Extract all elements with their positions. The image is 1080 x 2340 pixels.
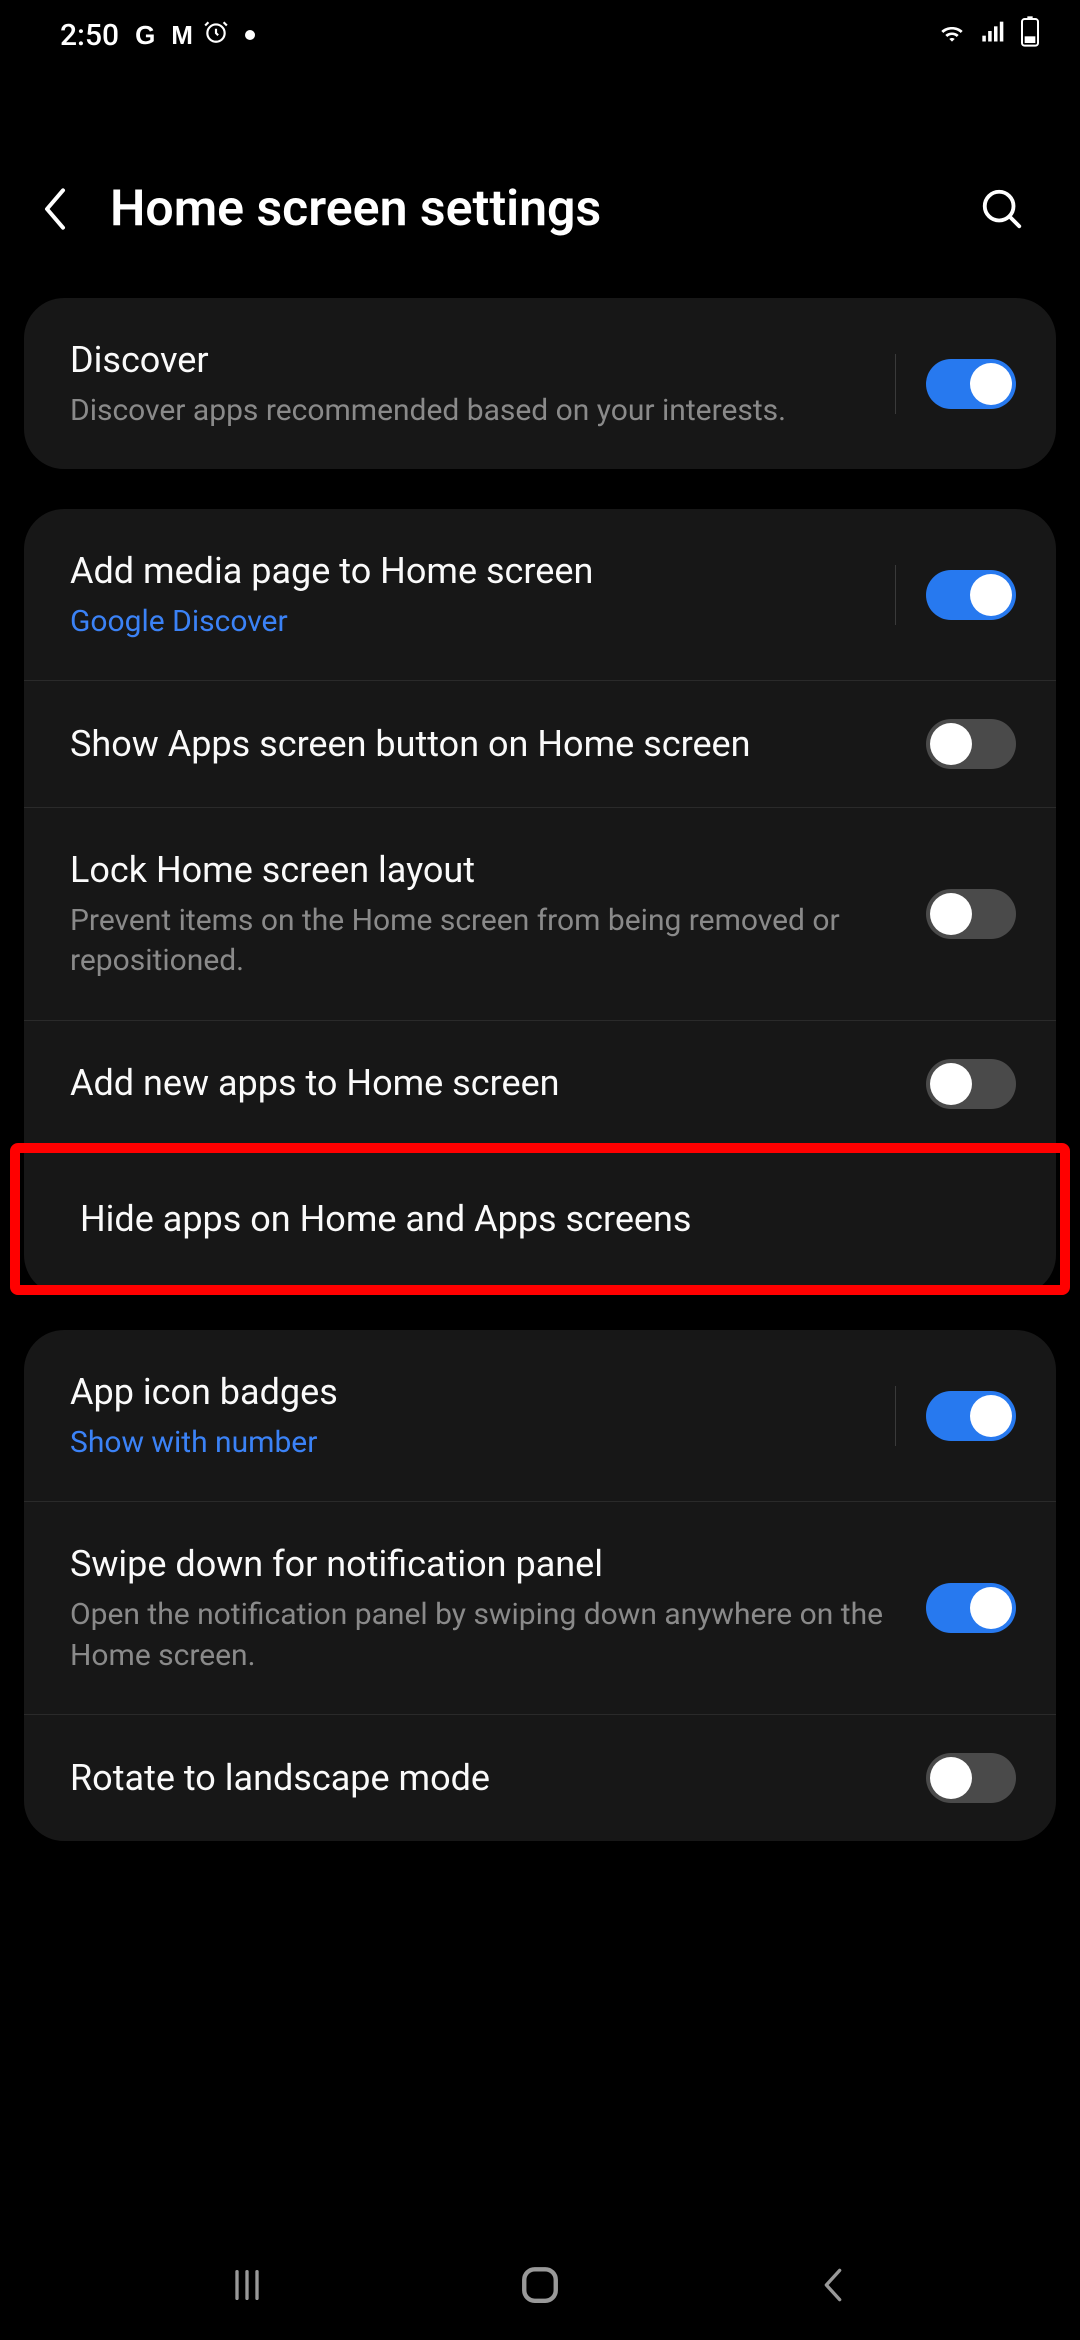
setting-title: Show Apps screen button on Home screen [70,720,906,769]
home-button[interactable] [515,2260,565,2310]
recents-button[interactable] [222,2260,272,2310]
search-button[interactable] [974,181,1030,237]
toggle-switch[interactable] [926,1753,1016,1803]
status-left: 2:50 G M [60,18,255,53]
setting-title: Add media page to Home screen [70,547,875,596]
toggle-knob [930,1757,972,1799]
gmail-icon: M [171,20,187,51]
toggle-switch[interactable] [926,570,1016,620]
toggle-knob [930,723,972,765]
setting-title: Hide apps on Home and Apps screens [80,1195,1006,1244]
setting-title: Lock Home screen layout [70,846,906,895]
setting-row[interactable]: Rotate to landscape mode [24,1715,1056,1841]
nav-back-button[interactable] [808,2260,858,2310]
google-icon: G [135,20,155,51]
toggle-switch[interactable] [926,889,1016,939]
toggle-divider [895,1386,896,1446]
setting-row[interactable]: Lock Home screen layout Prevent items on … [24,808,1056,1021]
setting-title: Swipe down for notification panel [70,1540,906,1589]
setting-subtitle: Google Discover [70,602,875,643]
setting-text: Add media page to Home screen Google Disc… [70,547,875,642]
toggle-switch[interactable] [926,719,1016,769]
setting-text: App icon badges Show with number [70,1368,875,1463]
setting-subtitle: Open the notification panel by swiping d… [70,1595,906,1676]
toggle-knob [970,1587,1012,1629]
alarm-icon [203,18,229,53]
setting-text: Discover Discover apps recommended based … [70,336,875,431]
toggle-switch[interactable] [926,359,1016,409]
toggle-knob [970,574,1012,616]
setting-subtitle: Show with number [70,1423,875,1464]
settings-group: App icon badges Show with number Swipe dow… [24,1330,1056,1841]
toggle-switch[interactable] [926,1059,1016,1109]
setting-title: App icon badges [70,1368,875,1417]
setting-text: Rotate to landscape mode [70,1754,906,1803]
status-time: 2:50 [60,18,119,53]
header: Home screen settings [0,70,1080,298]
setting-row[interactable]: Add media page to Home screen Google Disc… [24,509,1056,681]
setting-subtitle: Prevent items on the Home screen from be… [70,901,906,982]
signal-icon [980,17,1008,53]
toggle-divider [895,354,896,414]
settings-group: Discover Discover apps recommended based … [24,298,1056,469]
setting-text: Hide apps on Home and Apps screens [80,1195,1006,1244]
toggle-knob [930,1063,972,1105]
setting-title: Discover [70,336,875,385]
battery-icon [1020,15,1040,55]
setting-row[interactable]: Show Apps screen button on Home screen [24,681,1056,808]
setting-text: Lock Home screen layout Prevent items on … [70,846,906,982]
settings-group: Add media page to Home screen Google Disc… [24,509,1056,1295]
navigation-bar [0,2230,1080,2340]
setting-row[interactable]: Swipe down for notification panel Open th… [24,1502,1056,1715]
status-right [936,15,1040,55]
setting-title: Rotate to landscape mode [70,1754,906,1803]
toggle-divider [895,565,896,625]
setting-row[interactable]: Hide apps on Home and Apps screens [20,1153,1060,1286]
page-title: Home screen settings [110,180,944,238]
back-button[interactable] [30,184,80,234]
toggle-switch[interactable] [926,1583,1016,1633]
highlighted-setting: Hide apps on Home and Apps screens [10,1143,1070,1296]
toggle-knob [970,1395,1012,1437]
setting-row[interactable]: App icon badges Show with number [24,1330,1056,1502]
status-bar: 2:50 G M [0,0,1080,70]
setting-subtitle: Discover apps recommended based on your … [70,391,875,432]
toggle-knob [930,893,972,935]
setting-text: Add new apps to Home screen [70,1059,906,1108]
setting-text: Swipe down for notification panel Open th… [70,1540,906,1676]
notification-dot-icon [245,30,255,40]
setting-row[interactable]: Discover Discover apps recommended based … [24,298,1056,469]
setting-row[interactable]: Add new apps to Home screen [24,1021,1056,1148]
toggle-switch[interactable] [926,1391,1016,1441]
setting-text: Show Apps screen button on Home screen [70,720,906,769]
settings-content: Discover Discover apps recommended based … [0,298,1080,1841]
wifi-icon [936,15,968,55]
toggle-knob [970,363,1012,405]
setting-title: Add new apps to Home screen [70,1059,906,1108]
